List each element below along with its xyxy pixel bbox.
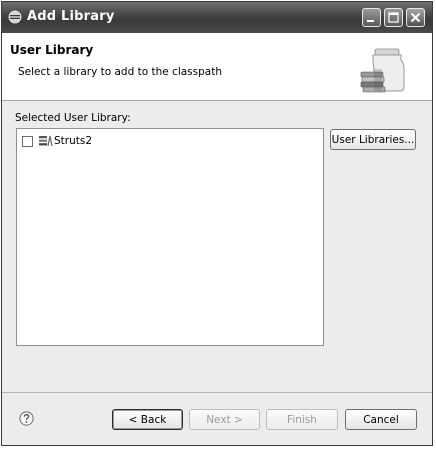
- library-icon: [39, 135, 53, 147]
- cancel-button[interactable]: Cancel: [345, 409, 417, 430]
- library-jar-icon: [360, 48, 405, 93]
- user-libraries-button[interactable]: User Libraries...: [330, 129, 416, 150]
- close-button[interactable]: [406, 8, 425, 27]
- minimize-icon: [367, 20, 374, 22]
- footer-separator: [2, 392, 432, 393]
- page-description: Select a library to add to the classpath: [18, 66, 222, 78]
- close-icon: [410, 12, 421, 23]
- finish-button[interactable]: Finish: [266, 409, 338, 430]
- add-library-dialog: Add Library User Library Select a librar…: [1, 1, 433, 446]
- wizard-body: Selected User Library: Struts2 User Libr…: [2, 101, 432, 393]
- minimize-button[interactable]: [362, 8, 381, 27]
- selected-library-label: Selected User Library:: [15, 112, 131, 124]
- back-button[interactable]: < Back: [112, 409, 183, 430]
- wizard-header: User Library Select a library to add to …: [2, 33, 432, 101]
- next-button[interactable]: Next >: [189, 409, 260, 430]
- list-item[interactable]: Struts2: [22, 133, 92, 149]
- library-checkbox[interactable]: [22, 135, 33, 147]
- eclipse-icon: [8, 10, 22, 24]
- library-label: Struts2: [54, 135, 93, 147]
- maximize-button[interactable]: [384, 8, 403, 27]
- page-title: User Library: [10, 43, 94, 57]
- window-title: Add Library: [27, 9, 115, 24]
- maximize-icon: [388, 12, 399, 23]
- help-icon[interactable]: [19, 411, 34, 426]
- title-bar[interactable]: Add Library: [2, 2, 432, 33]
- user-library-list[interactable]: Struts2: [16, 128, 324, 346]
